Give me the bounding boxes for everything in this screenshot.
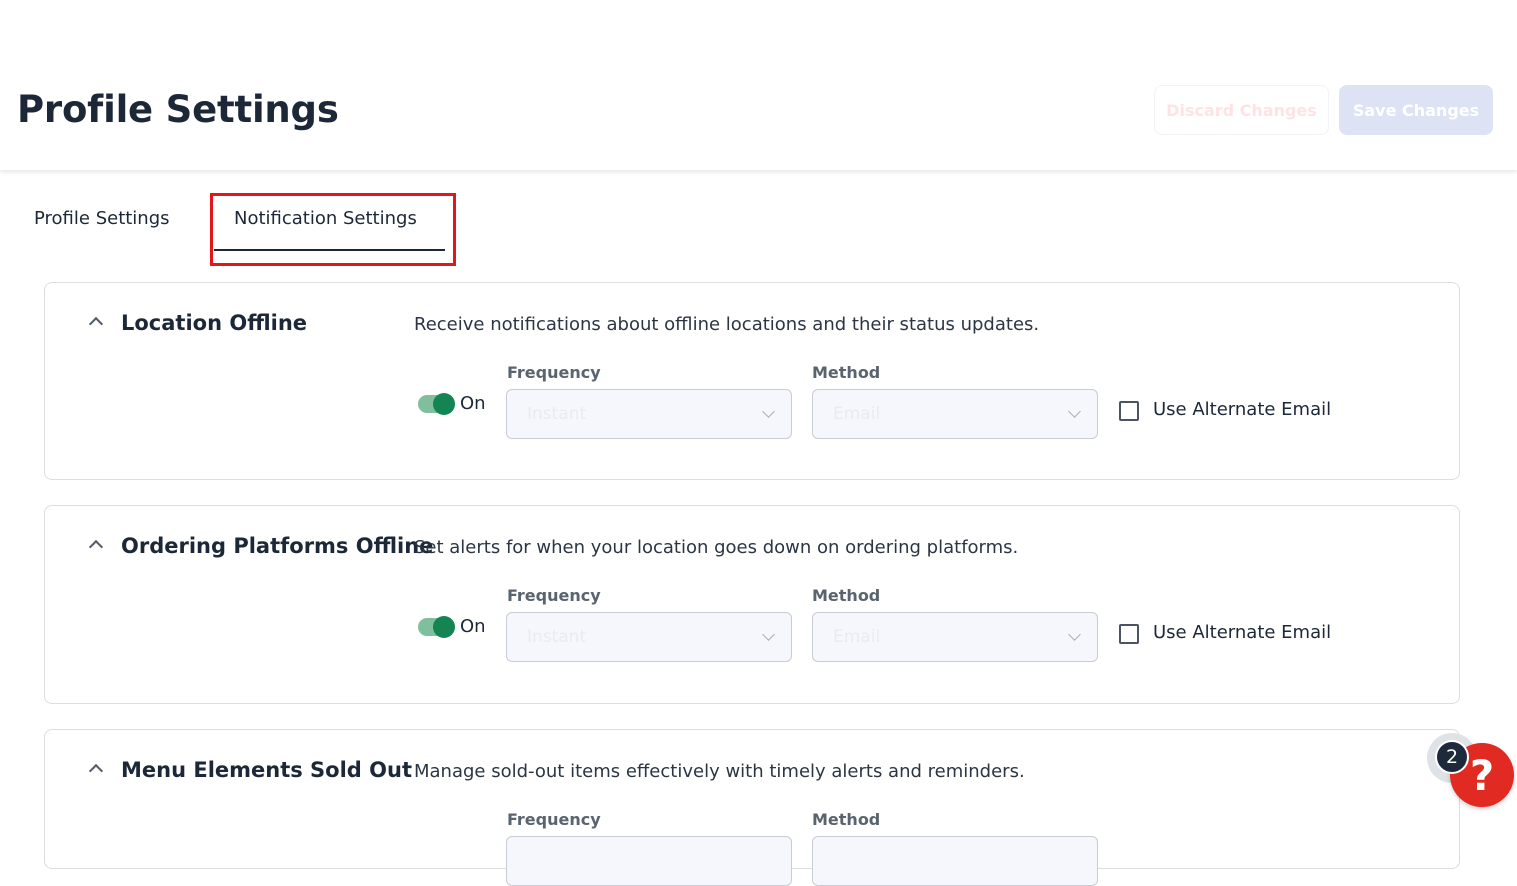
frequency-select[interactable] xyxy=(506,836,792,886)
card-title: Menu Elements Sold Out xyxy=(121,758,412,782)
alternate-email-label: Use Alternate Email xyxy=(1153,622,1332,643)
card-description: Receive notifications about offline loca… xyxy=(414,314,1040,335)
notification-card-location-offline: Location Offline Receive notifications a… xyxy=(44,282,1460,480)
notification-card-menu-elements-sold-out: Menu Elements Sold Out Manage sold-out i… xyxy=(44,729,1460,886)
chevron-down-icon xyxy=(1068,405,1081,418)
page-header: Profile Settings Discard Changes Save Ch… xyxy=(0,0,1517,170)
method-select[interactable] xyxy=(812,836,1098,886)
frequency-label: Frequency xyxy=(507,363,601,382)
chevron-down-icon xyxy=(762,405,775,418)
notification-card-ordering-platforms-offline: Ordering Platforms Offline Set alerts fo… xyxy=(44,505,1460,704)
method-label: Method xyxy=(812,363,881,382)
frequency-value: Instant xyxy=(527,627,587,647)
help-notification-badge[interactable]: 2 xyxy=(1435,740,1469,774)
alternate-email-label: Use Alternate Email xyxy=(1153,399,1332,420)
card-title: Ordering Platforms Offline xyxy=(121,534,434,558)
method-label: Method xyxy=(812,810,881,829)
frequency-select[interactable]: Instant xyxy=(506,389,792,439)
toggle-label: On xyxy=(460,393,486,414)
alternate-email-checkbox[interactable] xyxy=(1119,401,1139,421)
toggle-label: On xyxy=(460,616,486,637)
frequency-label: Frequency xyxy=(507,586,601,605)
method-value: Email xyxy=(833,627,881,647)
card-description: Set alerts for when your location goes d… xyxy=(414,537,1019,558)
tab-highlight-box xyxy=(210,193,456,266)
card-title: Location Offline xyxy=(121,311,308,335)
notification-toggle[interactable] xyxy=(418,616,455,638)
frequency-label: Frequency xyxy=(507,810,601,829)
chevron-down-icon xyxy=(762,628,775,641)
discard-changes-button[interactable]: Discard Changes xyxy=(1154,85,1329,135)
save-changes-button[interactable]: Save Changes xyxy=(1339,85,1493,135)
toggle-knob xyxy=(433,616,455,638)
chevron-up-icon[interactable] xyxy=(88,539,104,555)
method-select[interactable]: Email xyxy=(812,389,1098,439)
toggle-knob xyxy=(433,393,455,415)
notification-toggle[interactable] xyxy=(418,393,455,415)
chevron-down-icon xyxy=(1068,628,1081,641)
method-value: Email xyxy=(833,404,881,424)
method-label: Method xyxy=(812,586,881,605)
alternate-email-checkbox[interactable] xyxy=(1119,624,1139,644)
chevron-up-icon[interactable] xyxy=(88,316,104,332)
chevron-up-icon[interactable] xyxy=(88,763,104,779)
tab-profile-settings[interactable]: Profile Settings xyxy=(34,208,170,229)
frequency-value: Instant xyxy=(527,404,587,424)
method-select[interactable]: Email xyxy=(812,612,1098,662)
frequency-select[interactable]: Instant xyxy=(506,612,792,662)
card-description: Manage sold-out items effectively with t… xyxy=(414,761,1025,782)
page-title: Profile Settings xyxy=(17,88,339,131)
